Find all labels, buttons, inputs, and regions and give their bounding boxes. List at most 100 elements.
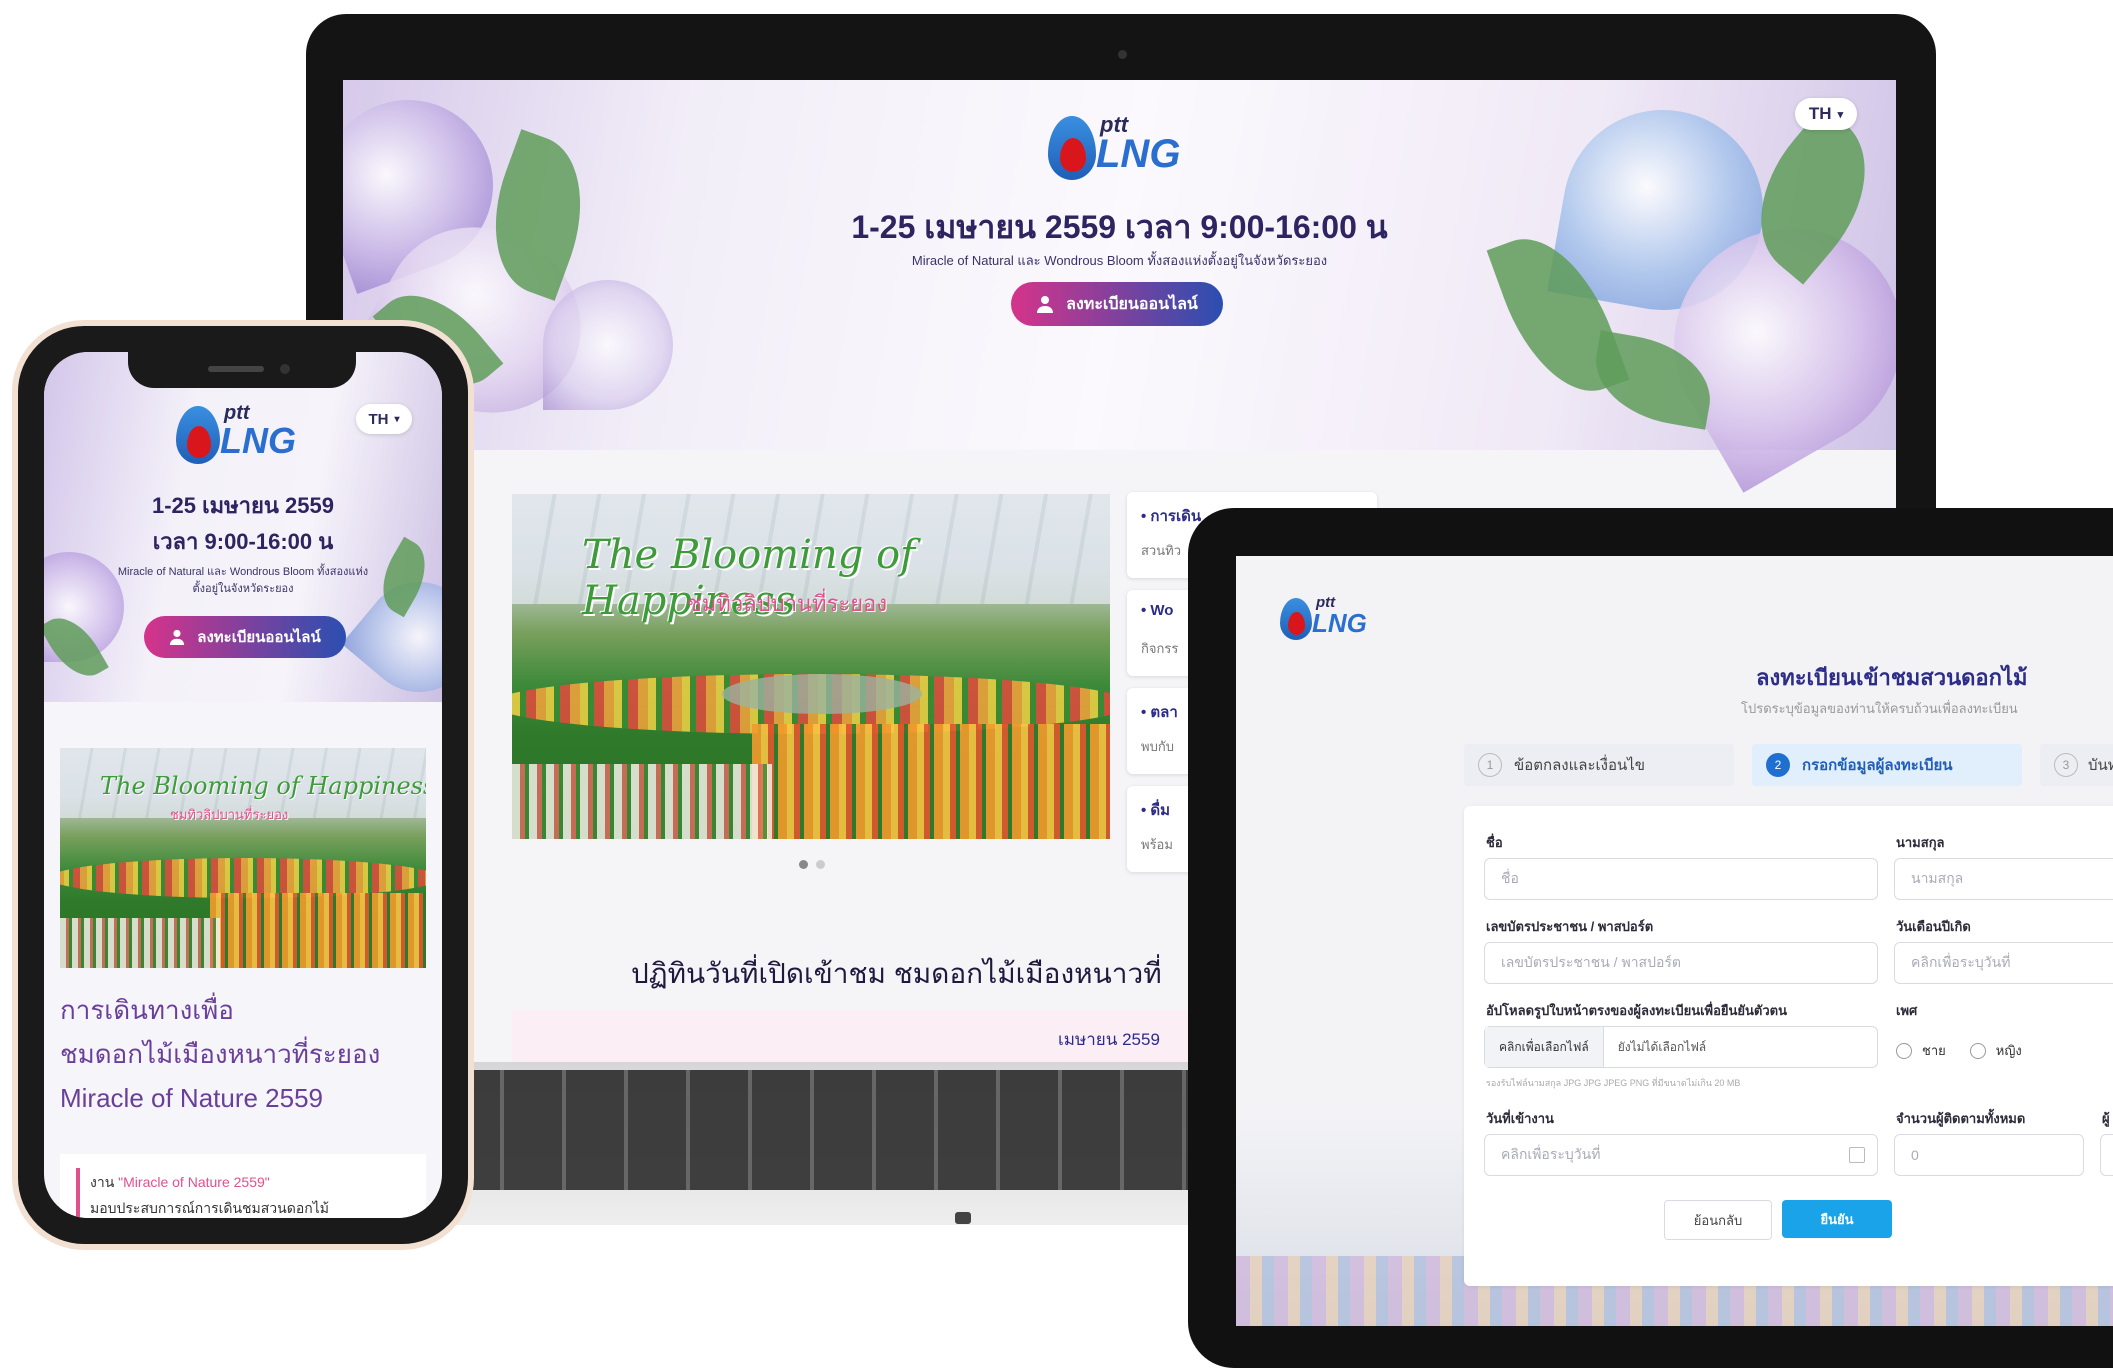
visit-date-placeholder: คลิกเพื่อระบุวันที่ [1501, 1146, 1601, 1162]
language-selector[interactable]: TH ▾ [1795, 98, 1857, 130]
quote-prefix: งาน [90, 1174, 119, 1190]
info-card-title: การเดิน [1150, 508, 1202, 525]
language-label: TH [368, 410, 389, 428]
gender-male-radio[interactable] [1896, 1042, 1912, 1059]
tablet-screen: ptt LNG ลงทะเบียนเข้าชมสวนดอกไม้ โปรดระบ… [1236, 556, 2113, 1326]
article-title-line3: Miracle of Nature 2559 [60, 1083, 324, 1113]
front-camera [280, 364, 290, 374]
step-number: 3 [2054, 753, 2078, 777]
logo-drop-icon [1280, 598, 1312, 640]
calendar-section-title: ปฏิทินวันที่เปิดเข้าชม ชมดอกไม้เมืองหนาว… [631, 958, 1162, 989]
file-status: ยังไม่ได้เลือกไฟล์ [1617, 1039, 1707, 1054]
blooming-banner-image[interactable]: The Blooming of Happiness ชมทิวลิปบานที่… [60, 748, 426, 968]
step-terms[interactable]: 1 ข้อตกลงและเงื่อนไข [1464, 744, 1734, 786]
laptop-camera [1118, 50, 1127, 59]
choose-file-button[interactable]: คลิกเพื่อเลือกไฟล์ [1485, 1027, 1604, 1067]
user-icon [1036, 295, 1054, 313]
dob-input[interactable]: คลิกเพื่อระบุวันที่ [1894, 942, 2113, 984]
visit-date-input[interactable]: คลิกเพื่อระบุวันที่ [1484, 1134, 1878, 1176]
info-card-title: ตลา [1150, 704, 1178, 721]
laptop-hero: TH ▾ ptt LNG 1-25 เมษายน 2559 เวลา 9:00-… [343, 80, 1896, 493]
upload-hint: รองรับไฟล์นามสกุล JPG JPG JPEG PNG ที่มี… [1486, 1078, 1741, 1088]
carousel-dot-active[interactable] [799, 860, 808, 869]
calendar-month: เมษายน 2559 [1058, 1030, 1160, 1049]
ptt-lng-logo: ptt LNG [1280, 592, 1380, 652]
gender-options: ชาย หญิง [1896, 1040, 2022, 1061]
article-title-line1: การเดินทางเพื่อ [60, 995, 234, 1025]
user-icon [169, 629, 185, 645]
logo-big-text: LNG [1312, 608, 1367, 638]
register-online-button[interactable]: ลงทะเบียนออนไลน์ [144, 616, 346, 658]
info-card-title: ดื่ม [1150, 802, 1171, 819]
chevron-down-icon: ▾ [394, 413, 400, 425]
extra-field-label: ผู้ [2102, 1111, 2110, 1126]
gender-female-radio[interactable] [1969, 1042, 1986, 1059]
info-card-text: สวนทิว [1141, 543, 1181, 558]
phone-screen: TH ▾ ptt LNG 1-25 เมษายน 2559 เวลา 9:00-… [44, 352, 442, 1218]
gender-label: เพศ [1896, 1003, 1918, 1018]
last-name-input[interactable]: นามสกุล [1894, 858, 2113, 900]
ptt-lng-logo: ptt LNG [1048, 108, 1198, 188]
upload-label: อัปโหลดรูปใบหน้าตรงของผู้ลงทะเบียนเพื่อย… [1486, 1003, 1788, 1018]
flower-decoration [543, 280, 673, 410]
file-upload-field: คลิกเพื่อเลือกไฟล์ ยังไม่ได้เลือกไฟล์ [1484, 1026, 1878, 1068]
article-quote: งาน "Miracle of Nature 2559" มอบประสบการ… [60, 1154, 426, 1218]
article-title: การเดินทางเพื่อ ชมดอกไม้เมืองหนาวที่ระยอ… [60, 988, 380, 1120]
ptt-lng-logo: ptt LNG [176, 398, 316, 478]
chevron-down-icon: ▾ [1837, 108, 1844, 121]
logo-big-text: LNG [220, 420, 296, 461]
step-number: 1 [1478, 753, 1502, 777]
hero-title-line2: เวลา 9:00-16:00 น [152, 529, 334, 554]
gender-female-label: หญิง [1995, 1043, 2022, 1058]
step-save[interactable]: 3 บันท [2040, 744, 2113, 786]
id-number-input[interactable]: เลขบัตรประชาชน / พาสปอร์ต [1484, 942, 1878, 984]
form-title: ลงทะเบียนเข้าชมสวนดอกไม้ [1756, 665, 2028, 690]
step-label: กรอกข้อมูลผู้ลงทะเบียน [1802, 757, 1953, 774]
back-button[interactable]: ย้อนกลับ [1664, 1200, 1772, 1240]
logo-drop-icon [1048, 116, 1096, 180]
phone-notch [128, 352, 356, 388]
language-selector[interactable]: TH ▾ [356, 404, 412, 434]
hero-subtitle: Miracle of Natural และ Wondrous Bloom ทั… [117, 566, 369, 595]
last-name-label: นามสกุล [1896, 835, 1945, 850]
article-title-line2: ชมดอกไม้เมืองหนาวที่ระยอง [60, 1039, 381, 1069]
companions-input[interactable]: 0 [1894, 1134, 2084, 1176]
calendar-icon [1849, 1147, 1865, 1163]
hero-title-line1: 1-25 เมษายน 2559 [151, 493, 334, 518]
step-registrant-info[interactable]: 2 กรอกข้อมูลผู้ลงทะเบียน [1752, 744, 2022, 786]
info-card-title: Wo [1150, 602, 1174, 619]
confirm-button[interactable]: ยืนยัน [1782, 1200, 1892, 1238]
register-online-button[interactable]: ลงทะเบียนออนไลน์ [1011, 282, 1223, 326]
quote-highlight: "Miracle of Nature 2559" [118, 1174, 270, 1190]
logo-big-text: LNG [1096, 132, 1181, 176]
dob-label: วันเดือนปีเกิด [1896, 919, 1971, 934]
hero-subtitle: Miracle of Natural และ Wondrous Bloom ทั… [911, 253, 1328, 268]
visit-date-label: วันที่เข้างาน [1486, 1111, 1554, 1126]
first-name-label: ชื่อ [1486, 835, 1503, 850]
registration-form: ชื่อ ชื่อ นามสกุล นามสกุล เลขบัตรประชาชน… [1464, 806, 2113, 1286]
step-label: บันท [2088, 757, 2113, 774]
step-label: ข้อตกลงและเงื่อนไข [1514, 757, 1646, 774]
info-card-text: พร้อม [1141, 837, 1173, 852]
register-online-label: ลงทะเบียนออนไลน์ [197, 629, 321, 646]
step-number: 2 [1766, 753, 1790, 777]
banner-subtitle: ชมทิวลิปบานที่ระยอง [687, 591, 888, 616]
extra-field-input[interactable] [2100, 1134, 2113, 1176]
form-subtitle: โปรดระบุข้อมูลของท่านให้ครบถ้วนเพื่อลงทะ… [1741, 701, 2018, 716]
speaker [208, 366, 264, 372]
logo-drop-icon [176, 406, 220, 464]
banner-subtitle: ชมทิวลิปบานที่ระยอง [170, 807, 289, 822]
first-name-input[interactable]: ชื่อ [1484, 858, 1878, 900]
gender-male-label: ชาย [1922, 1043, 1946, 1058]
register-online-label: ลงทะเบียนออนไลน์ [1066, 295, 1198, 313]
blooming-banner-image[interactable]: The Blooming of Happiness ชมทิวลิปบานที่… [512, 494, 1110, 839]
companions-label: จำนวนผู้ติดตามทั้งหมด [1896, 1111, 2026, 1126]
info-card-text: พบกับ [1141, 739, 1174, 754]
hero-title: 1-25 เมษายน 2559 เวลา 9:00-16:00 น [851, 209, 1388, 245]
banner-script-title: The Blooming of Happiness [100, 772, 426, 800]
id-number-label: เลขบัตรประชาชน / พาสปอร์ต [1486, 919, 1654, 934]
carousel-dot[interactable] [816, 860, 825, 869]
language-label: TH [1808, 104, 1832, 123]
laptop-hinge-notch [955, 1212, 971, 1224]
info-card-text: กิจกรร [1141, 641, 1179, 656]
